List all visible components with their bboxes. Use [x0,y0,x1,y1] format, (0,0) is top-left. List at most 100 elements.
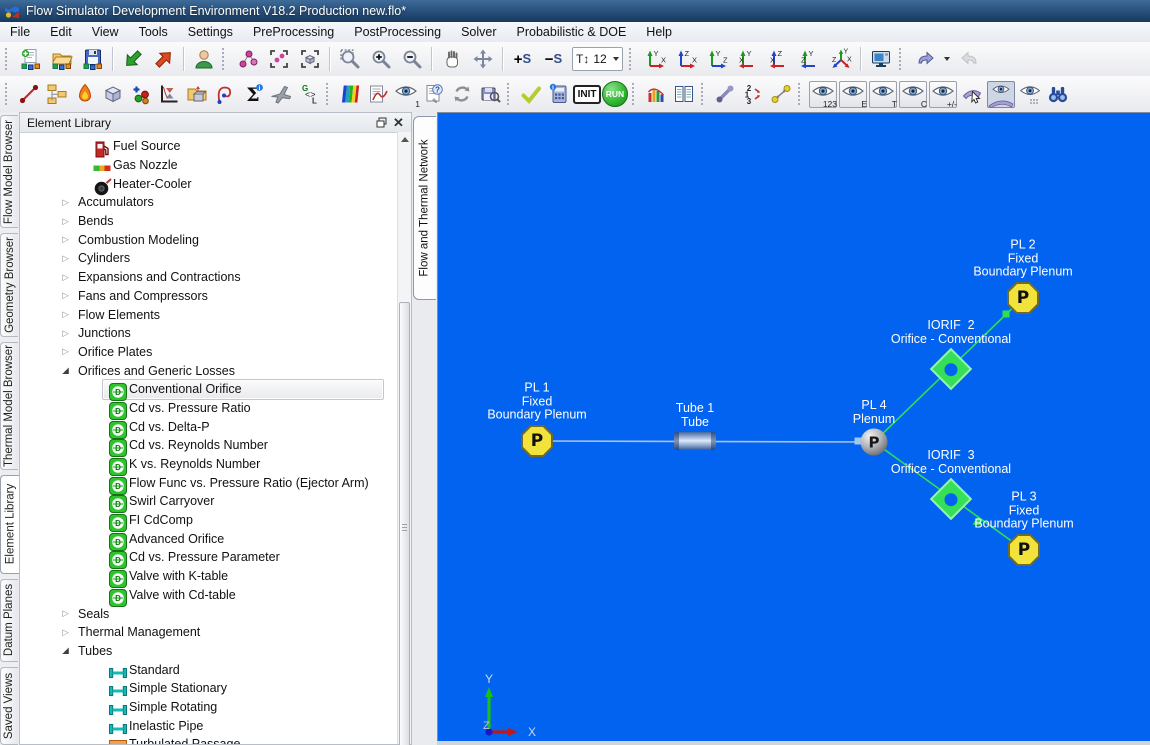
expand-arrow-icon[interactable]: ▷ [58,197,73,208]
view-iso-button[interactable]: YZX [825,46,856,73]
add-element-icon[interactable] [127,81,155,108]
node-iorif-2[interactable] [936,354,966,384]
view-xy-button[interactable]: YX [732,46,763,73]
show-elements-toggle[interactable]: E [839,81,867,108]
tree-item-fi-cdcomp[interactable]: DFI CdComp [20,511,398,530]
show-elements-icon[interactable] [232,46,263,73]
run-button[interactable]: RUN [601,81,629,108]
tree-item-cd-vs-delta-p[interactable]: DCd vs. Delta-P [20,417,398,436]
move-view-icon[interactable] [467,46,498,73]
tree-item-standard[interactable]: Standard [20,660,398,679]
global-local-code-icon[interactable]: G<>L [295,81,323,108]
doc-query-icon[interactable]: ?✎ [420,81,448,108]
expand-arrow-icon[interactable]: ▷ [58,328,73,339]
group-folder-icon[interactable] [183,81,211,108]
aircraft-icon[interactable] [267,81,295,108]
save-image-icon[interactable] [476,81,504,108]
node-iorif-3[interactable] [936,484,966,514]
tree-item-gas-nozzle[interactable]: Gas Nozzle [20,156,398,175]
menu-view[interactable]: View [82,22,129,42]
side-tab-geometry-browser[interactable]: Geometry Browser [0,233,18,336]
find-icon[interactable] [1044,81,1072,108]
tree-item-fans-and-compressors[interactable]: ▷Fans and Compressors [20,287,398,306]
tree-item-conventional-orifice[interactable]: DConventional Orifice [20,380,398,399]
zoom-window-icon[interactable] [334,46,365,73]
report-icon[interactable] [364,81,392,108]
tree-item-bends[interactable]: ▷Bends [20,212,398,231]
open-model-icon[interactable] [46,46,77,73]
tree-item-junctions[interactable]: ▷Junctions [20,324,398,343]
combustor-icon[interactable] [71,81,99,108]
expand-arrow-icon[interactable]: ▷ [58,253,73,264]
tree-item-turbulated-passage[interactable]: Turbulated Passage [20,735,398,744]
tree-scrollbar[interactable] [397,132,411,744]
font-size-select[interactable]: T↕12 [572,47,623,71]
tree-item-cd-vs-reynolds-number[interactable]: DCd vs. Reynolds Number [20,436,398,455]
show-chambers-toggle[interactable]: C [899,81,927,108]
chamber-icon[interactable] [99,81,127,108]
fit-selection-icon[interactable] [263,46,294,73]
import-model-icon[interactable] [117,46,148,73]
init-button[interactable]: INIT [573,81,601,108]
menu-solver[interactable]: Solver [451,22,506,42]
color-scale-icon[interactable] [336,81,364,108]
view-results-icon[interactable]: 1 [392,81,420,108]
menu-edit[interactable]: Edit [40,22,82,42]
tree-item-fuel-source[interactable]: Fuel Source [20,137,398,156]
tree-item-swirl-carryover[interactable]: DSwirl Carryover [20,492,398,511]
tree-item-thermal-management[interactable]: ▷Thermal Management [20,623,398,642]
tree-item-k-vs-reynolds-number[interactable]: DK vs. Reynolds Number [20,455,398,474]
side-tab-datum-planes[interactable]: Datum Planes [0,579,18,662]
pan-icon[interactable] [436,46,467,73]
summation-icon[interactable]: Σi [239,81,267,108]
scroll-up-button[interactable] [398,132,411,146]
menu-file[interactable]: File [0,22,40,42]
tree-item-combustion-modeling[interactable]: ▷Combustion Modeling [20,230,398,249]
check-model-icon[interactable] [517,81,545,108]
tree-item-cd-vs-pressure-ratio[interactable]: DCd vs. Pressure Ratio [20,399,398,418]
tree-item-simple-rotating[interactable]: Simple Rotating [20,698,398,717]
side-tab-element-library[interactable]: Element Library [0,475,19,573]
expand-arrow-icon[interactable]: ▷ [58,627,73,638]
expand-arrow-icon[interactable]: ▷ [58,309,73,320]
convergence-plot-icon[interactable] [155,81,183,108]
tree-item-flow-func-vs-pressure-ratio-ejector-arm-[interactable]: DFlow Func vs. Pressure Ratio (Ejector A… [20,473,398,492]
save-model-icon[interactable] [77,46,108,73]
tree-item-valve-with-cd-table[interactable]: DValve with Cd-table [20,586,398,605]
node-pl-2[interactable]: P [1007,282,1039,314]
plot-histogram-icon[interactable] [642,81,670,108]
show-temperatures-toggle[interactable]: T [869,81,897,108]
tree-item-valve-with-k-table[interactable]: DValve with K-table [20,567,398,586]
increase-symbol-size-button[interactable]: +S [507,46,538,73]
select-surface-icon[interactable] [958,81,986,108]
measure-distance-icon[interactable] [767,81,795,108]
fit-view-icon[interactable] [294,46,325,73]
tree-item-flow-elements[interactable]: ▷Flow Elements [20,305,398,324]
link-elements-icon[interactable] [711,81,739,108]
zoom-out-icon[interactable] [396,46,427,73]
node-pl-4[interactable]: P [861,429,888,456]
network-canvas[interactable]: YXZPPL 1 Fixed Boundary PlenumTube 1 Tub… [437,112,1150,742]
tree-item-inelastic-pipe[interactable]: Inelastic Pipe [20,716,398,735]
undo-history-dropdown[interactable] [940,46,954,73]
create-link-icon[interactable] [15,81,43,108]
scrollbar-thumb[interactable] [399,302,410,745]
tree-item-tubes[interactable]: ◢Tubes [20,642,398,661]
data-table-icon[interactable] [670,81,698,108]
tree-item-expansions-and-contractions[interactable]: ▷Expansions and Contractions [20,268,398,287]
view-yx-button[interactable]: YX [639,46,670,73]
show-ids-toggle[interactable]: 123 [809,81,837,108]
view-zy-button[interactable]: YZ [794,46,825,73]
tree-item-heater-cooler[interactable]: Heater-Cooler [20,174,398,193]
expand-arrow-icon[interactable]: ▷ [58,234,73,245]
side-tab-flow-model-browser[interactable]: Flow Model Browser [0,115,18,228]
panel-close-button[interactable]: ✕ [390,115,407,130]
menu-postprocessing[interactable]: PostProcessing [344,22,451,42]
decrease-symbol-size-button[interactable]: −S [538,46,569,73]
menu-probabilistic-doe[interactable]: Probabilistic & DOE [507,22,637,42]
expand-arrow-icon[interactable]: ▷ [58,290,73,301]
node-pl-3[interactable]: P [1008,534,1040,566]
tab-flow-and-thermal-network[interactable]: Flow and Thermal Network [413,116,436,300]
menu-help[interactable]: Help [636,22,682,42]
view-xz-button[interactable]: ZX [763,46,794,73]
